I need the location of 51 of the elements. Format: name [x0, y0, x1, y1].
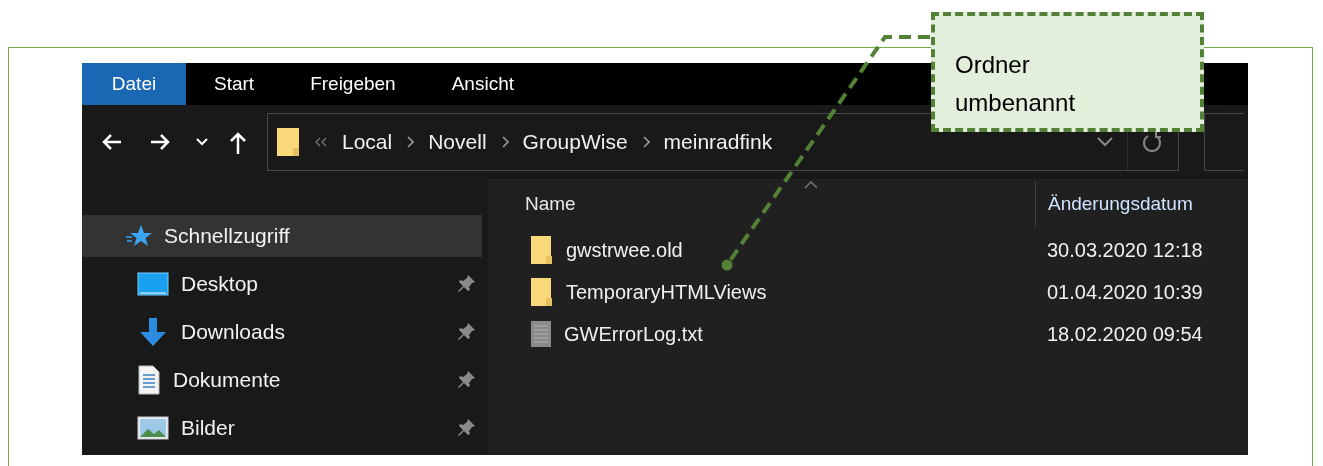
sidebar-item[interactable]: Dokumente [82, 359, 482, 401]
refresh-icon[interactable] [1142, 132, 1162, 152]
pin-icon[interactable] [456, 370, 476, 390]
sidebar-item[interactable]: Schnellzugriff [82, 215, 482, 257]
breadcrumb[interactable]: Local [342, 130, 393, 154]
ribbon-tab[interactable]: Ansicht [423, 63, 542, 105]
modified-date: 01.04.2020 10:39 [1047, 280, 1203, 304]
sort-caret-icon [804, 181, 818, 189]
pin-icon[interactable] [456, 322, 476, 342]
down-arrow-icon [137, 316, 169, 348]
chevron-right-icon [500, 136, 509, 148]
monitor-icon [137, 272, 169, 296]
pin-icon[interactable] [456, 418, 476, 438]
breadcrumb[interactable]: meinradfink [663, 130, 773, 154]
sidebar-label: Downloads [181, 320, 285, 344]
sidebar-label: Schnellzugriff [164, 224, 290, 248]
file-row[interactable]: GWErrorLog.txt 18.02.2020 09:54 [525, 313, 1248, 355]
document-icon [137, 365, 161, 395]
modified-date: 18.02.2020 09:54 [1047, 322, 1203, 346]
ribbon-tab[interactable]: Datei [82, 63, 186, 105]
column-header[interactable]: Name [525, 193, 1035, 215]
sidebar-item[interactable]: Downloads [82, 311, 482, 353]
sidebar-label: Dokumente [173, 368, 281, 392]
dropdown-caret-icon[interactable] [1097, 137, 1113, 147]
callout-note: Ordner umbenannt [931, 12, 1204, 132]
chevron-right-icon [406, 136, 415, 148]
chevron-right-icon [641, 136, 650, 148]
file-name: GWErrorLog.txt [564, 322, 703, 346]
chevrons-icon [314, 137, 328, 147]
folder-icon [530, 235, 554, 265]
modified-date: 30.03.2020 12:18 [1047, 238, 1203, 262]
column-header[interactable]: Änderungsdatum [1048, 193, 1193, 215]
file-row[interactable]: gwstrwee.old 30.03.2020 12:18 [525, 229, 1248, 271]
breadcrumb[interactable]: Novell [428, 130, 487, 154]
ribbon-tab[interactable]: Freigeben [282, 63, 424, 105]
sidebar-item[interactable]: Desktop [82, 263, 482, 305]
breadcrumb[interactable]: GroupWise [522, 130, 628, 154]
text-file-icon [530, 320, 552, 348]
ribbon-tab[interactable]: Start [186, 63, 283, 105]
sidebar-label: Desktop [181, 272, 259, 296]
pin-icon[interactable] [456, 274, 476, 294]
caret-icon[interactable] [196, 138, 208, 146]
image-icon [137, 416, 169, 440]
file-name: TemporaryHTMLViews [566, 280, 767, 304]
star-icon [126, 224, 152, 248]
sidebar-item[interactable]: Bilder [82, 407, 482, 449]
file-row[interactable]: TemporaryHTMLViews 01.04.2020 10:39 [525, 271, 1248, 313]
folder-icon [276, 127, 300, 157]
file-name: gwstrwee.old [566, 238, 683, 262]
folder-icon [530, 277, 554, 307]
sidebar-label: Bilder [181, 416, 235, 440]
